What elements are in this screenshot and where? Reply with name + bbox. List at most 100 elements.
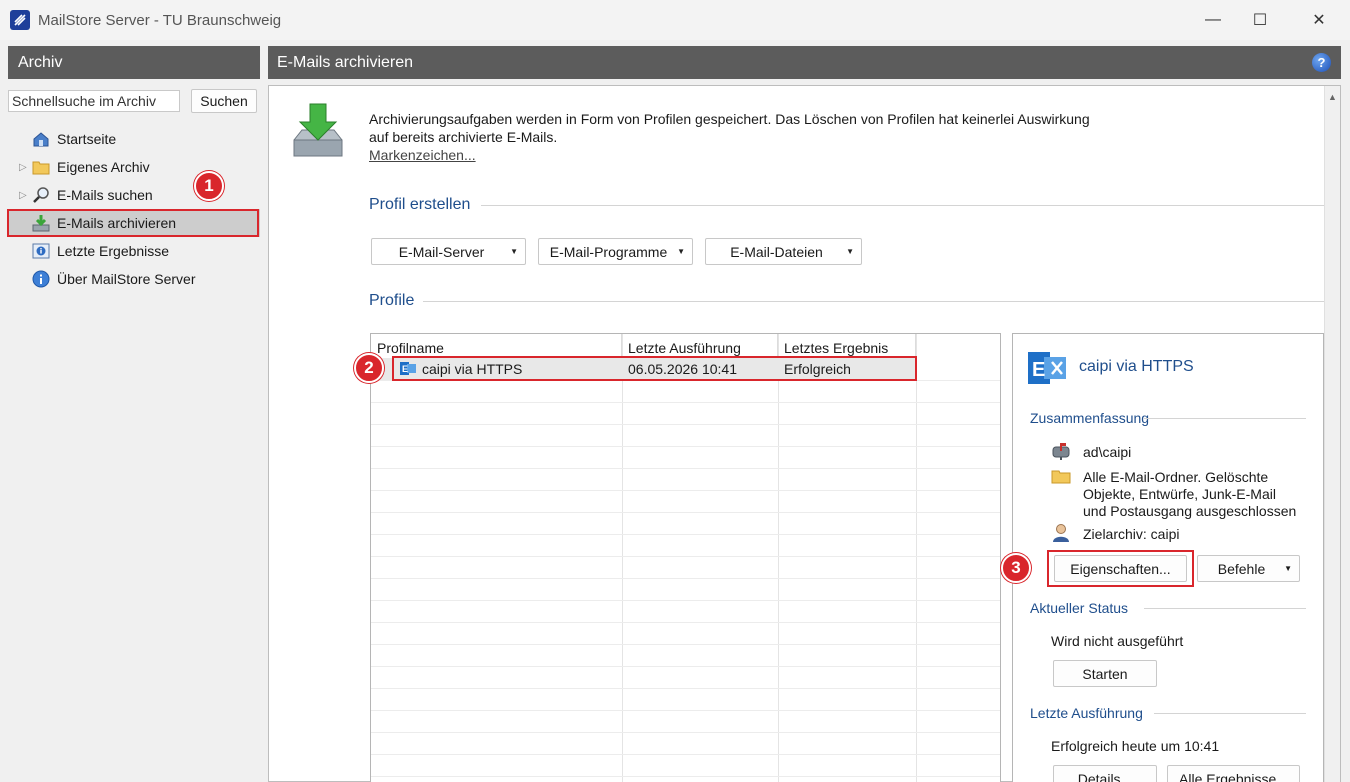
grid-row-line <box>371 644 1000 645</box>
window-title: MailStore Server - TU Braunschweig <box>38 11 282 29</box>
section-divider <box>1144 608 1306 609</box>
chevron-down-icon: ▼ <box>846 247 854 256</box>
mailstore-app-icon <box>10 10 30 30</box>
chevron-down-icon: ▼ <box>1284 564 1292 573</box>
grid-row-line <box>371 732 1000 733</box>
intro-text: Archivierungsaufgaben werden in Form von… <box>369 111 1090 145</box>
chevron-down-icon: ▼ <box>677 247 685 256</box>
grid-row-line <box>371 622 1000 623</box>
highlight-box-properties <box>1047 550 1194 587</box>
folder-icon <box>32 158 50 176</box>
sidebar-item-label: Letzte Ergebnisse <box>57 243 170 259</box>
grid-row-line <box>371 534 1000 535</box>
start-button[interactable]: Starten <box>1053 660 1157 687</box>
grid-row-line <box>371 446 1000 447</box>
exchange-large-icon: E <box>1028 350 1066 386</box>
sidebar-item-label: E-Mails suchen <box>57 187 153 203</box>
sidebar: Archiv Suchen Startseite ▷ Eigenes Archi… <box>7 46 260 782</box>
sidebar-item-label: Über MailStore Server <box>57 271 196 287</box>
window-titlebar: MailStore Server - TU Braunschweig — ☐ ✕ <box>0 0 1350 40</box>
main-header-title: E-Mails archivieren <box>277 53 414 71</box>
summary-section-title: Zusammenfassung <box>1030 410 1150 426</box>
sidebar-item-ueber-mailstore[interactable]: Über MailStore Server <box>8 265 260 293</box>
dropdown-label: E-Mail-Programme <box>549 243 668 260</box>
user-icon <box>1051 523 1071 542</box>
create-email-server-dropdown[interactable]: E-Mail-Server ▼ <box>371 238 526 265</box>
commands-dropdown[interactable]: Befehle ▼ <box>1197 555 1300 582</box>
mailbox-icon <box>1051 442 1071 460</box>
step-badge-2: 2 <box>354 353 384 383</box>
archive-download-icon <box>290 100 346 160</box>
table-header: Profilname Letzte Ausführung Letztes Erg… <box>371 334 1000 357</box>
sidebar-nav: Startseite ▷ Eigenes Archiv ▷ E-Mails su… <box>7 125 260 293</box>
grid-row-line <box>371 512 1000 513</box>
home-icon <box>32 130 50 148</box>
details-title: caipi via HTTPS <box>1079 358 1194 375</box>
highlight-box-sidebar <box>7 209 259 237</box>
sidebar-item-letzte-ergebnisse[interactable]: Letzte Ergebnisse <box>8 237 260 265</box>
grid-row-line <box>371 666 1000 667</box>
highlight-box-row <box>392 356 917 381</box>
search-button[interactable]: Suchen <box>191 89 257 113</box>
quick-search-row: Suchen <box>8 89 260 113</box>
status-section-title: Aktueller Status <box>1030 600 1129 616</box>
svg-text:E: E <box>1032 359 1045 381</box>
maximize-icon: ☐ <box>1252 12 1268 29</box>
status-text: Wird nicht ausgeführt <box>1051 633 1184 649</box>
all-results-button[interactable]: Alle Ergebnisse... <box>1167 765 1300 782</box>
info-icon <box>32 270 50 288</box>
column-header-letztes-ergebnis[interactable]: Letztes Ergebnis <box>778 334 916 357</box>
scroll-up-icon[interactable]: ▲ <box>1328 92 1337 102</box>
details-button[interactable]: Details... <box>1053 765 1157 782</box>
column-header-profilname[interactable]: Profilname <box>371 334 622 357</box>
sidebar-item-label: Startseite <box>57 131 117 147</box>
grid-row-line <box>371 578 1000 579</box>
expand-arrow-icon[interactable]: ▷ <box>19 190 27 201</box>
magnifier-icon <box>32 186 50 204</box>
step-badge-3: 3 <box>1001 553 1031 583</box>
profiles-table: Profilname Letzte Ausführung Letztes Erg… <box>370 333 1001 782</box>
profile-details-panel: E caipi via HTTPS Zusammenfassung ad\cai… <box>1012 333 1324 782</box>
last-run-section-title: Letzte Ausführung <box>1030 705 1143 721</box>
last-run-text: Erfolgreich heute um 10:41 <box>1051 738 1220 754</box>
minimize-button[interactable]: — <box>1190 0 1236 40</box>
summary-folders: Alle E-Mail-Ordner. Gelöschte Objekte, E… <box>1083 469 1297 519</box>
sidebar-item-label: Eigenes Archiv <box>57 159 150 175</box>
section-title-profiles: Profile <box>369 292 415 309</box>
quick-search-input[interactable] <box>8 90 180 112</box>
summary-target-archive: Zielarchiv: caipi <box>1083 526 1180 542</box>
sidebar-header-label: Archiv <box>18 53 63 71</box>
column-header-letzte-ausfuehrung[interactable]: Letzte Ausführung <box>622 334 778 357</box>
grid-row-line <box>371 402 1000 403</box>
summary-user: ad\caipi <box>1083 444 1132 460</box>
expand-arrow-icon[interactable]: ▷ <box>19 162 27 173</box>
grid-row-line <box>371 490 1000 491</box>
main-header: E-Mails archivieren ? <box>268 46 1341 79</box>
grid-row-line <box>371 600 1000 601</box>
grid-row-line <box>371 424 1000 425</box>
main-content: Archivierungsaufgaben werden in Form von… <box>268 85 1341 782</box>
sidebar-item-emails-archivieren[interactable]: E-Mails archivieren <box>7 209 260 237</box>
chevron-down-icon: ▼ <box>510 247 518 256</box>
grid-row-line <box>371 556 1000 557</box>
sidebar-header: Archiv <box>8 46 260 79</box>
minimize-icon: — <box>1205 11 1221 28</box>
grid-row-line <box>371 468 1000 469</box>
close-icon: ✕ <box>1312 12 1326 29</box>
close-button[interactable]: ✕ <box>1296 0 1342 40</box>
create-email-programs-dropdown[interactable]: E-Mail-Programme ▼ <box>538 238 693 265</box>
help-icon[interactable]: ? <box>1312 53 1331 72</box>
info-list-icon <box>32 242 50 260</box>
section-divider <box>1144 418 1306 419</box>
commands-label: Befehle <box>1217 560 1266 577</box>
grid-row-line <box>371 710 1000 711</box>
grid-row-line <box>371 776 1000 777</box>
vertical-scrollbar[interactable]: ▲ <box>1324 86 1340 782</box>
sidebar-item-eigenes-archiv[interactable]: ▷ Eigenes Archiv <box>8 153 260 181</box>
create-email-files-dropdown[interactable]: E-Mail-Dateien ▼ <box>705 238 862 265</box>
sidebar-item-startseite[interactable]: Startseite <box>8 125 260 153</box>
trademarks-link[interactable]: Markenzeichen... <box>369 147 476 163</box>
folder-icon <box>1051 468 1071 486</box>
grid-row-line <box>371 688 1000 689</box>
maximize-button[interactable]: ☐ <box>1237 0 1283 40</box>
